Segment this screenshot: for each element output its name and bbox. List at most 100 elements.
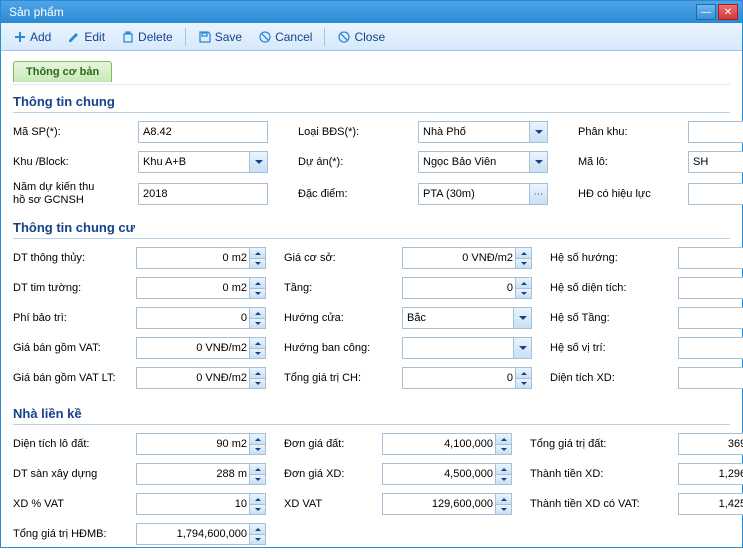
xd-vat-input[interactable] xyxy=(382,493,512,515)
tong-gt-hdmb-label: Tổng giá trị HĐMB: xyxy=(13,528,118,540)
chevron-down-icon[interactable] xyxy=(529,152,547,172)
section-adjoining-title: Nhà liền kề xyxy=(13,403,730,425)
save-button[interactable]: Save xyxy=(192,28,248,46)
loai-bds-label: Loại BĐS(*): xyxy=(298,126,388,138)
trash-icon xyxy=(121,30,135,44)
gia-ban-vat-lt-input[interactable] xyxy=(136,367,266,389)
gia-ban-vat-label: Giá bán gồm VAT: xyxy=(13,342,118,354)
spin-up-icon[interactable] xyxy=(495,494,511,505)
toolbar: Add Edit Delete Save Cancel Close xyxy=(1,23,742,51)
spin-down-icon[interactable] xyxy=(249,259,265,269)
spin-up-icon[interactable] xyxy=(495,464,511,475)
section-general-title: Thông tin chung xyxy=(13,91,730,113)
spin-down-icon[interactable] xyxy=(249,505,265,515)
huong-ban-cong-select[interactable] xyxy=(402,337,532,359)
tong-gt-dat-input[interactable] xyxy=(678,433,743,455)
spin-down-icon[interactable] xyxy=(249,535,265,545)
khu-block-label: Khu /Block: xyxy=(13,156,108,168)
dt-tim-tuong-input[interactable] xyxy=(136,277,266,299)
spin-up-icon[interactable] xyxy=(515,368,531,379)
edit-button[interactable]: Edit xyxy=(61,28,111,46)
spin-down-icon[interactable] xyxy=(495,445,511,455)
xd-vat-pct-input[interactable] xyxy=(136,493,266,515)
spin-up-icon[interactable] xyxy=(249,524,265,535)
dt-thong-thuy-input[interactable] xyxy=(136,247,266,269)
spin-down-icon[interactable] xyxy=(495,505,511,515)
tang-input[interactable] xyxy=(402,277,532,299)
don-gia-xd-input[interactable] xyxy=(382,463,512,485)
adjoining-grid: Diện tích lô đất: Đơn giá đất: Tổng giá … xyxy=(13,433,730,545)
chevron-down-icon[interactable] xyxy=(513,338,531,358)
spin-down-icon[interactable] xyxy=(495,475,511,485)
spin-up-icon[interactable] xyxy=(249,278,265,289)
tong-gia-tri-ch-input[interactable] xyxy=(402,367,532,389)
spin-down-icon[interactable] xyxy=(249,379,265,389)
dien-tich-xd-input[interactable] xyxy=(678,367,743,389)
dac-diem-lookup[interactable]: ⋯ xyxy=(418,183,548,205)
xd-vat-pct-label: XD % VAT xyxy=(13,498,118,510)
add-button[interactable]: Add xyxy=(7,28,57,46)
spin-down-icon[interactable] xyxy=(249,475,265,485)
minimize-button[interactable]: — xyxy=(696,4,716,20)
ma-lo-input[interactable] xyxy=(688,151,743,173)
ma-sp-input[interactable] xyxy=(138,121,268,143)
spin-down-icon[interactable] xyxy=(249,319,265,329)
dt-lo-dat-input[interactable] xyxy=(136,433,266,455)
he-so-dien-tich-input[interactable] xyxy=(678,277,743,299)
edit-label: Edit xyxy=(84,30,105,44)
don-gia-dat-label: Đơn giá đất: xyxy=(284,438,364,450)
thanh-tien-xd-input[interactable] xyxy=(678,463,743,485)
spin-down-icon[interactable] xyxy=(249,349,265,359)
phan-khu-label: Phân khu: xyxy=(578,126,658,138)
close-window-button[interactable]: ✕ xyxy=(718,4,738,20)
delete-button[interactable]: Delete xyxy=(115,28,179,46)
gia-co-so-input[interactable] xyxy=(402,247,532,269)
dt-san-xd-input[interactable] xyxy=(136,463,266,485)
he-so-vi-tri-label: Hệ số vị trí: xyxy=(550,342,660,354)
lookup-icon[interactable]: ⋯ xyxy=(529,184,547,204)
spin-up-icon[interactable] xyxy=(249,248,265,259)
huong-cua-select[interactable] xyxy=(402,307,532,329)
condo-grid: DT thông thủy: Giá cơ sở: Hệ số hướng: D… xyxy=(13,247,730,389)
spin-down-icon[interactable] xyxy=(249,289,265,299)
spin-down-icon[interactable] xyxy=(515,379,531,389)
huong-cua-label: Hướng cửa: xyxy=(284,312,384,324)
du-an-select[interactable] xyxy=(418,151,548,173)
he-so-vi-tri-input[interactable] xyxy=(678,337,743,359)
he-so-tang-input[interactable] xyxy=(678,307,743,329)
hd-hieu-luc-select[interactable] xyxy=(688,183,743,205)
spin-up-icon[interactable] xyxy=(249,338,265,349)
gia-ban-vat-input[interactable] xyxy=(136,337,266,359)
chevron-down-icon[interactable] xyxy=(529,122,547,142)
cancel-label: Cancel xyxy=(275,30,312,44)
khu-block-select[interactable] xyxy=(138,151,268,173)
spin-down-icon[interactable] xyxy=(515,259,531,269)
phi-bao-tri-input[interactable] xyxy=(136,307,266,329)
cancel-button[interactable]: Cancel xyxy=(252,28,318,46)
nam-du-kien-input[interactable] xyxy=(138,183,268,205)
spin-up-icon[interactable] xyxy=(249,464,265,475)
window: Sản phẩm — ✕ Add Edit Delete Save Cancel xyxy=(0,0,743,548)
tang-label: Tầng: xyxy=(284,282,384,294)
he-so-huong-input[interactable] xyxy=(678,247,743,269)
chevron-down-icon[interactable] xyxy=(513,308,531,328)
spin-up-icon[interactable] xyxy=(249,434,265,445)
spin-down-icon[interactable] xyxy=(249,445,265,455)
spin-down-icon[interactable] xyxy=(515,289,531,299)
spin-up-icon[interactable] xyxy=(515,248,531,259)
spin-up-icon[interactable] xyxy=(249,494,265,505)
don-gia-dat-input[interactable] xyxy=(382,433,512,455)
spin-up-icon[interactable] xyxy=(495,434,511,445)
chevron-down-icon[interactable] xyxy=(249,152,267,172)
spin-up-icon[interactable] xyxy=(249,308,265,319)
spin-up-icon[interactable] xyxy=(249,368,265,379)
thanh-tien-xd-vat-input[interactable] xyxy=(678,493,743,515)
loai-bds-select[interactable] xyxy=(418,121,548,143)
close-button[interactable]: Close xyxy=(331,28,391,46)
phan-khu-select[interactable] xyxy=(688,121,743,143)
tab-basic[interactable]: Thông cơ bản xyxy=(13,61,112,82)
spin-up-icon[interactable] xyxy=(515,278,531,289)
hd-hieu-luc-label: HĐ có hiệu lực xyxy=(578,188,658,200)
tong-gt-hdmb-input[interactable] xyxy=(136,523,266,545)
dt-san-xd-label: DT sàn xây dựng xyxy=(13,468,118,480)
